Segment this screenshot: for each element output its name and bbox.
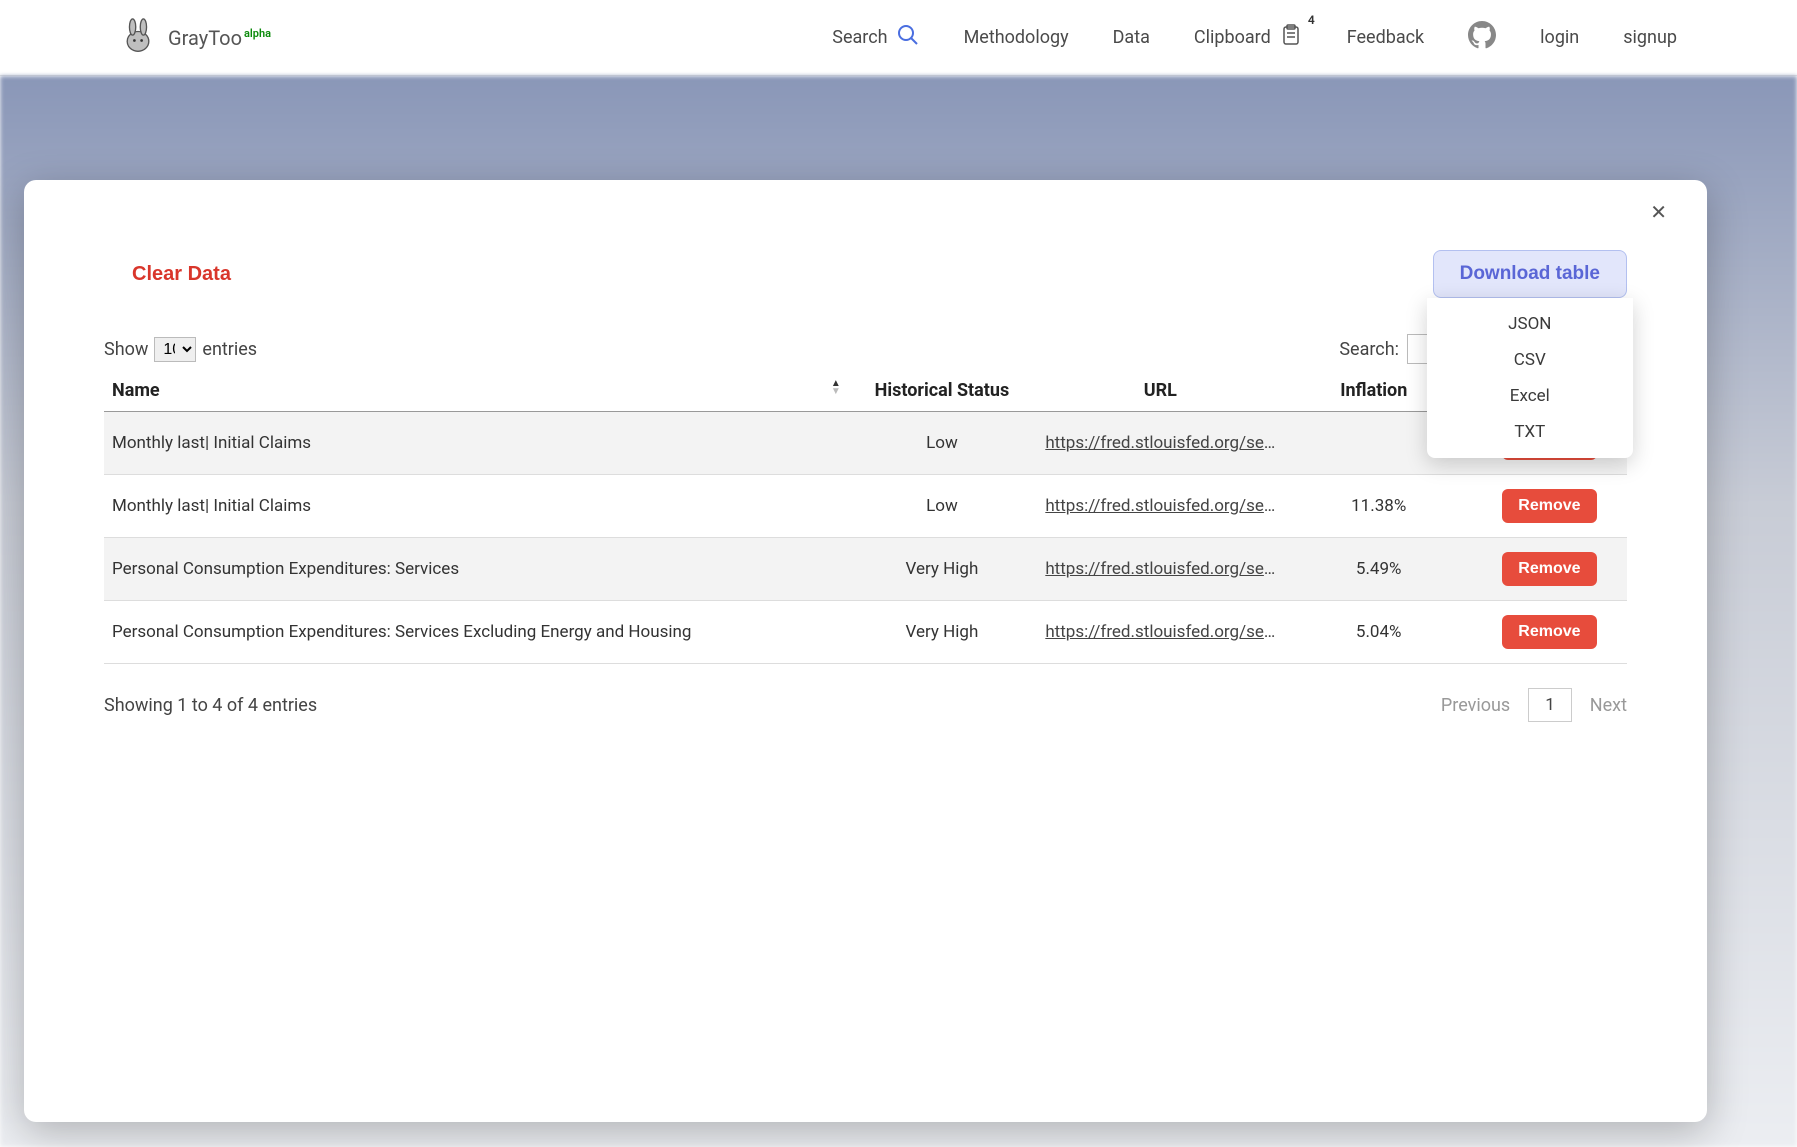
- pager-page-1[interactable]: 1: [1528, 688, 1572, 722]
- cell-status: Low: [849, 412, 1035, 475]
- url-link[interactable]: https://fred.stlouisfed.org/seri…: [1045, 433, 1275, 453]
- length-prefix: Show: [104, 339, 148, 360]
- clipboard-modal: ✕ Clear Data Download table JSON CSV Exc…: [24, 180, 1707, 1122]
- cell-status: Very High: [849, 538, 1035, 601]
- table-row: Personal Consumption Expenditures: Servi…: [104, 538, 1627, 601]
- nav-methodology[interactable]: Methodology: [964, 27, 1069, 48]
- nav-data[interactable]: Data: [1113, 27, 1150, 48]
- col-url[interactable]: URL: [1035, 370, 1286, 412]
- clipboard-icon: [1279, 31, 1303, 52]
- cell-name: Personal Consumption Expenditures: Servi…: [104, 601, 849, 664]
- url-link[interactable]: https://fred.stlouisfed.org/seri…: [1045, 622, 1275, 642]
- table-row: Personal Consumption Expenditures: Servi…: [104, 601, 1627, 664]
- cell-status: Very High: [849, 601, 1035, 664]
- table-row: Monthly last| Initial Claims Low https:/…: [104, 475, 1627, 538]
- url-link[interactable]: https://fred.stlouisfed.org/seri…: [1045, 559, 1275, 579]
- download-option-json[interactable]: JSON: [1427, 306, 1633, 342]
- nav-github[interactable]: [1468, 21, 1496, 54]
- brand-suffix: alpha: [244, 27, 271, 40]
- cell-name: Monthly last| Initial Claims: [104, 412, 849, 475]
- sort-icon: ▲▼: [831, 380, 841, 396]
- entries-select[interactable]: 10: [154, 337, 196, 362]
- cell-inflation: 11.38%: [1286, 475, 1472, 538]
- github-icon: [1468, 21, 1496, 54]
- search-label: Search:: [1339, 339, 1399, 360]
- search-icon: [896, 23, 920, 52]
- main-nav: Search Methodology Data Clipboard 4 Feed…: [832, 21, 1677, 54]
- cell-url: https://fred.stlouisfed.org/seri…: [1035, 538, 1286, 601]
- col-status[interactable]: Historical Status: [849, 370, 1035, 412]
- col-name[interactable]: Name ▲▼: [104, 370, 849, 412]
- nav-login[interactable]: login: [1540, 27, 1579, 48]
- entries-length-control: Show 10 entries: [104, 337, 257, 362]
- cell-inflation: 5.49%: [1286, 538, 1472, 601]
- download-option-excel[interactable]: Excel: [1427, 378, 1633, 414]
- table-row: Monthly last| Initial Claims Low https:/…: [104, 412, 1627, 475]
- remove-button[interactable]: Remove: [1502, 489, 1596, 523]
- download-option-txt[interactable]: TXT: [1427, 414, 1633, 450]
- nav-signup[interactable]: signup: [1623, 27, 1677, 48]
- download-option-csv[interactable]: CSV: [1427, 342, 1633, 378]
- table-info: Showing 1 to 4 of 4 entries: [104, 695, 317, 716]
- clipboard-table: Name ▲▼ Historical Status URL Inflation …: [104, 370, 1627, 664]
- nav-search[interactable]: Search: [832, 23, 919, 52]
- cell-name: Monthly last| Initial Claims: [104, 475, 849, 538]
- top-navbar: GrayTooalpha Search Methodology Data Cli…: [0, 0, 1797, 76]
- cell-inflation: 5.04%: [1286, 601, 1472, 664]
- download-table-button[interactable]: Download table: [1433, 250, 1627, 298]
- nav-clipboard[interactable]: Clipboard 4: [1194, 23, 1303, 52]
- rabbit-logo-icon: [120, 18, 156, 58]
- close-icon: ✕: [1650, 202, 1667, 224]
- nav-feedback[interactable]: Feedback: [1347, 27, 1424, 48]
- download-dropdown: JSON CSV Excel TXT: [1427, 298, 1633, 458]
- brand[interactable]: GrayTooalpha: [120, 18, 271, 58]
- cell-url: https://fred.stlouisfed.org/seri…: [1035, 475, 1286, 538]
- clipboard-count-badge: 4: [1308, 13, 1315, 27]
- brand-name: GrayTooalpha: [168, 26, 271, 50]
- url-link[interactable]: https://fred.stlouisfed.org/seri…: [1045, 496, 1275, 516]
- cell-status: Low: [849, 475, 1035, 538]
- length-suffix: entries: [202, 339, 257, 360]
- close-button[interactable]: ✕: [1650, 200, 1667, 225]
- remove-button[interactable]: Remove: [1502, 552, 1596, 586]
- pager-next[interactable]: Next: [1590, 695, 1627, 716]
- cell-url: https://fred.stlouisfed.org/seri…: [1035, 601, 1286, 664]
- pagination: Previous 1 Next: [1441, 688, 1627, 722]
- cell-url: https://fred.stlouisfed.org/seri…: [1035, 412, 1286, 475]
- clear-data-button[interactable]: Clear Data: [104, 263, 231, 286]
- remove-button[interactable]: Remove: [1502, 615, 1596, 649]
- cell-name: Personal Consumption Expenditures: Servi…: [104, 538, 849, 601]
- pager-previous[interactable]: Previous: [1441, 695, 1510, 716]
